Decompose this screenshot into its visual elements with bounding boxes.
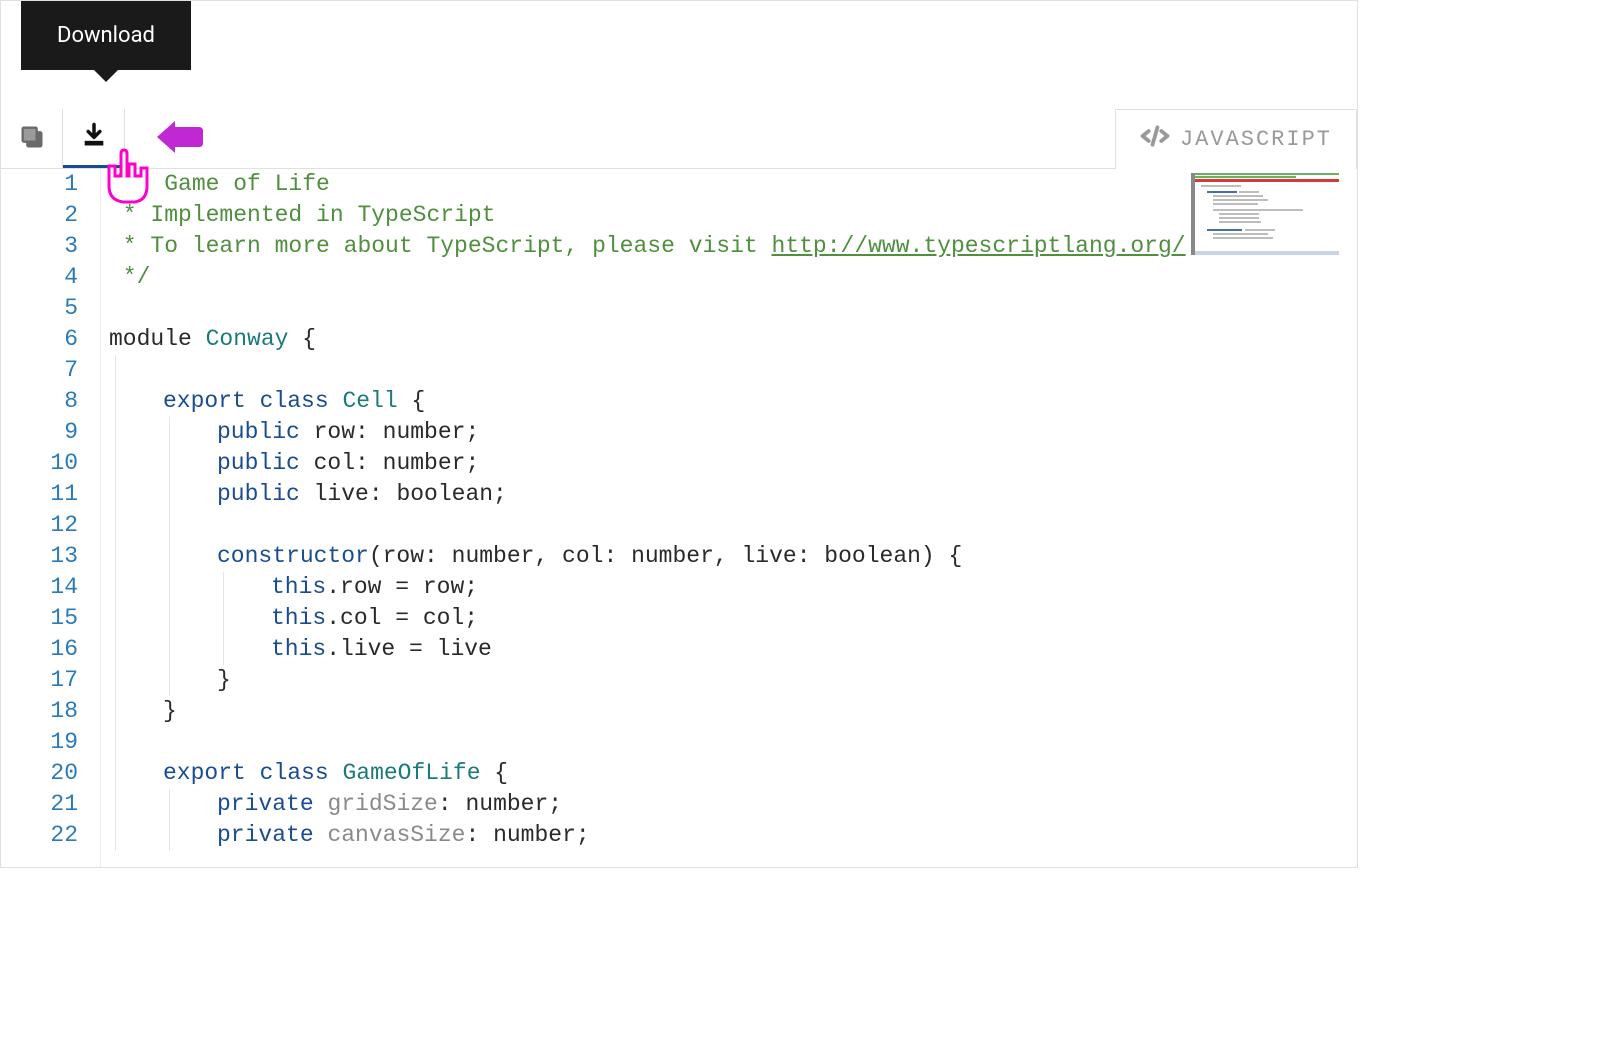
code-line: constructor(row: number, col: number, li… xyxy=(109,541,1357,572)
code-editor-panel: Download xyxy=(0,0,1358,868)
code-line: public live: boolean; xyxy=(109,479,1357,510)
code-line: module Conway { xyxy=(109,324,1357,355)
code-area[interactable]: /** Game of Life * Implemented in TypeSc… xyxy=(101,169,1357,867)
code-line: * To learn more about TypeScript, please… xyxy=(109,231,1357,262)
code-line: } xyxy=(109,665,1357,696)
code-icon xyxy=(1140,121,1170,158)
line-number: 10 xyxy=(1,448,78,479)
editor[interactable]: 12345678910111213141516171819202122 /** … xyxy=(1,169,1357,867)
line-number: 11 xyxy=(1,479,78,510)
code-line xyxy=(109,293,1357,324)
copy-button[interactable] xyxy=(1,109,63,168)
line-number: 2 xyxy=(1,200,78,231)
line-number: 17 xyxy=(1,665,78,696)
download-icon xyxy=(80,121,108,153)
code-line: public row: number; xyxy=(109,417,1357,448)
copy-icon xyxy=(18,123,46,155)
line-number: 8 xyxy=(1,386,78,417)
line-number-gutter: 12345678910111213141516171819202122 xyxy=(1,169,101,867)
line-number: 22 xyxy=(1,820,78,851)
tab-javascript[interactable]: JAVASCRIPT xyxy=(1115,109,1357,169)
line-number: 19 xyxy=(1,727,78,758)
line-number: 14 xyxy=(1,572,78,603)
code-line: /** Game of Life xyxy=(109,169,1357,200)
tab-bar: JAVASCRIPT xyxy=(1115,109,1357,169)
code-line: private canvasSize: number; xyxy=(109,820,1357,851)
line-number: 4 xyxy=(1,262,78,293)
code-line: public col: number; xyxy=(109,448,1357,479)
line-number: 13 xyxy=(1,541,78,572)
line-number: 1 xyxy=(1,169,78,200)
code-line: export class GameOfLife { xyxy=(109,758,1357,789)
line-number: 5 xyxy=(1,293,78,324)
code-line: this.col = col; xyxy=(109,603,1357,634)
download-button[interactable] xyxy=(63,109,125,168)
line-number: 20 xyxy=(1,758,78,789)
tooltip-text: Download xyxy=(57,23,155,48)
line-number: 3 xyxy=(1,231,78,262)
code-line: * Implemented in TypeScript xyxy=(109,200,1357,231)
line-number: 6 xyxy=(1,324,78,355)
code-line: private gridSize: number; xyxy=(109,789,1357,820)
code-line: this.row = row; xyxy=(109,572,1357,603)
minimap[interactable] xyxy=(1191,173,1339,255)
line-number: 7 xyxy=(1,355,78,386)
tab-label: JAVASCRIPT xyxy=(1180,127,1332,152)
download-tooltip: Download xyxy=(21,1,191,70)
line-number: 16 xyxy=(1,634,78,665)
annotation-arrow-icon xyxy=(157,119,203,155)
line-number: 12 xyxy=(1,510,78,541)
line-number: 18 xyxy=(1,696,78,727)
code-line: } xyxy=(109,696,1357,727)
code-line: */ xyxy=(109,262,1357,293)
code-line xyxy=(109,510,1357,541)
code-line: export class Cell { xyxy=(109,386,1357,417)
line-number: 9 xyxy=(1,417,78,448)
line-number: 15 xyxy=(1,603,78,634)
code-line xyxy=(109,355,1357,386)
line-number: 21 xyxy=(1,789,78,820)
code-line: this.live = live xyxy=(109,634,1357,665)
code-line xyxy=(109,727,1357,758)
